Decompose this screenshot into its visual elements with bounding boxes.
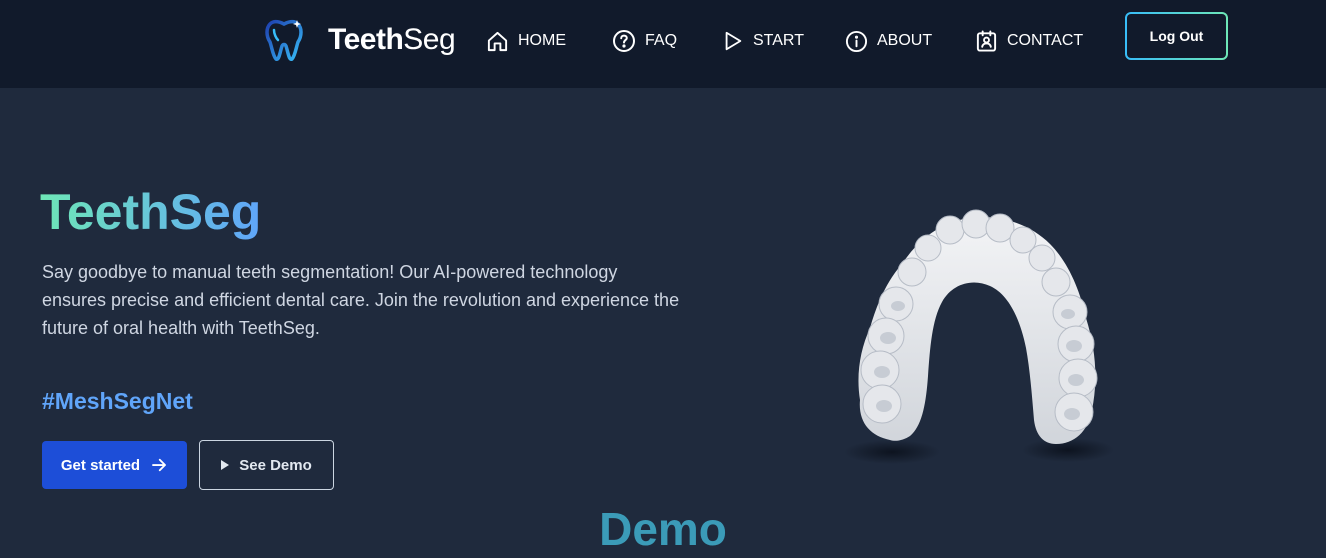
arrow-right-icon xyxy=(152,458,167,472)
see-demo-button[interactable]: See Demo xyxy=(199,440,334,490)
nav-about[interactable]: ABOUT xyxy=(845,28,932,54)
nav-contact[interactable]: CONTACT xyxy=(975,28,1083,54)
nav-home-label: HOME xyxy=(518,32,566,49)
logout-button[interactable]: Log Out xyxy=(1125,12,1228,60)
home-icon xyxy=(487,31,508,51)
play-icon xyxy=(725,31,742,51)
brand-name: TeethSeg xyxy=(328,23,456,56)
navbar: TeethSeg HOME FAQ START ABOUT CONTACT Lo… xyxy=(0,0,1326,88)
demo-heading: Demo xyxy=(599,503,727,555)
hashtag: #MeshSegNet xyxy=(42,388,193,414)
dental-arch-image xyxy=(844,209,1114,464)
nav-faq[interactable]: FAQ xyxy=(612,28,677,54)
get-started-button[interactable]: Get started xyxy=(42,441,187,489)
help-circle-icon xyxy=(613,30,635,52)
info-icon xyxy=(845,30,868,52)
nav-start[interactable]: START xyxy=(722,28,804,54)
play-triangle-icon xyxy=(221,460,230,470)
nav-about-label: ABOUT xyxy=(877,32,933,49)
hero-description: Say goodbye to manual teeth segmentation… xyxy=(42,262,680,338)
nav-start-label: START xyxy=(753,32,804,49)
nav-home[interactable]: HOME xyxy=(486,28,566,54)
brand-logo[interactable]: TeethSeg xyxy=(264,18,456,62)
contact-badge-icon xyxy=(976,30,997,52)
tooth-logo-icon xyxy=(265,19,303,62)
nav-contact-label: CONTACT xyxy=(1007,32,1084,49)
get-started-label: Get started xyxy=(60,456,141,474)
hero-title: TeethSeg xyxy=(40,180,261,244)
see-demo-label: See Demo xyxy=(239,456,312,474)
nav-faq-label: FAQ xyxy=(645,32,678,49)
